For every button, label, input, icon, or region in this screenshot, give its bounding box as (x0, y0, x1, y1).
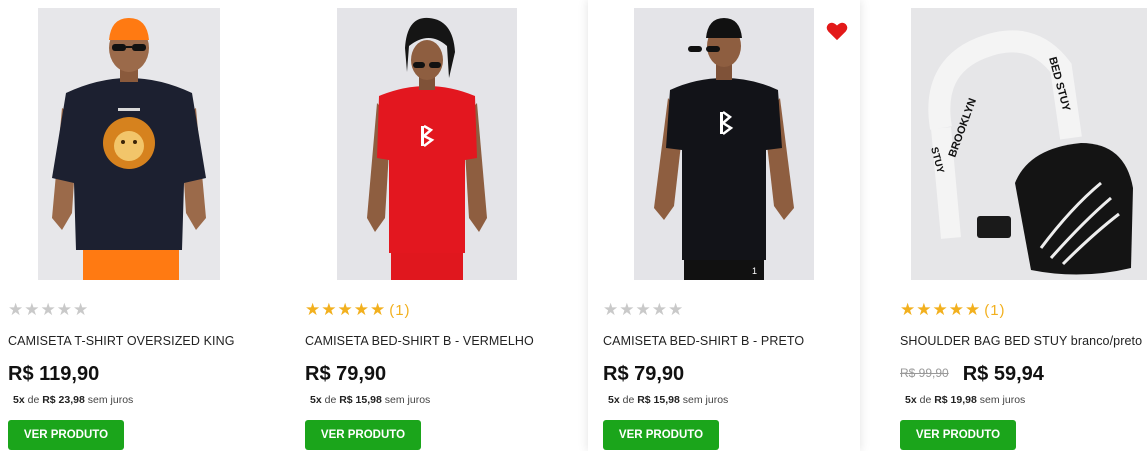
installment-info: 5x de R$ 19,98 sem juros (905, 394, 1025, 406)
installment-count: 5x (13, 394, 25, 406)
price-row: R$ 79,90 (603, 363, 684, 386)
rating-stars-filled: ★★★★★ (900, 300, 982, 319)
shoulder-bag-photo-icon: BROOKLYN BED STUY STUY (911, 8, 1147, 280)
installment-value: R$ 15,98 (637, 394, 680, 406)
old-price: R$ 99,90 (900, 366, 949, 380)
rating-count: (1) (389, 302, 411, 319)
installment-value: R$ 19,98 (934, 394, 977, 406)
product-title-text: CAMISETA BED-SHIRT B - PRETO (603, 334, 805, 348)
product-image[interactable] (337, 8, 517, 280)
view-product-button[interactable]: VER PRODUTO (305, 420, 421, 450)
installment-de: de (324, 394, 337, 406)
product-variant: branco/preto (1067, 334, 1143, 348)
view-product-button[interactable]: VER PRODUTO (900, 420, 1016, 450)
product-image[interactable]: 1 (634, 8, 814, 280)
installment-suffix: sem juros (682, 394, 729, 406)
product-image[interactable]: BROOKLYN BED STUY STUY (911, 8, 1147, 280)
price-row: R$ 119,90 (8, 363, 99, 386)
price-row: R$ 79,90 (305, 363, 386, 386)
product-grid: ★★★★★ CAMISETA T-SHIRT OVERSIZED KING R$… (0, 0, 1147, 451)
installment-de: de (919, 394, 932, 406)
product-title[interactable]: CAMISETA BED-SHIRT B - VERMELHO (305, 334, 534, 348)
product-title[interactable]: SHOULDER BAG BED STUY branco/preto (900, 334, 1142, 348)
rating-count: (1) (984, 302, 1006, 319)
view-product-button[interactable]: VER PRODUTO (8, 420, 124, 450)
product-title-text: CAMISETA BED-SHIRT B - VERMELHO (305, 334, 534, 348)
installment-value: R$ 15,98 (339, 394, 382, 406)
installment-suffix: sem juros (384, 394, 431, 406)
installment-suffix: sem juros (87, 394, 134, 406)
product-price: R$ 79,90 (603, 363, 685, 385)
rating-stars-filled: ★★★★★ (305, 300, 387, 319)
product-card: 1 ★★★★★ CAMISETA BED-SHIRT B - PRETO R$ … (588, 0, 860, 451)
installment-info: 5x de R$ 15,98 sem juros (608, 394, 728, 406)
view-product-button[interactable]: VER PRODUTO (603, 420, 719, 450)
product-rating: ★★★★★ (603, 300, 687, 320)
installment-info: 5x de R$ 23,98 sem juros (13, 394, 133, 406)
model-black-lion-tshirt-photo-icon (38, 8, 220, 280)
product-card: ★★★★★ (1) CAMISETA BED-SHIRT B - VERMELHO… (297, 0, 587, 451)
product-rating: ★★★★★ (1) (900, 300, 1006, 320)
price-row: R$ 99,90 R$ 59,94 (900, 363, 1044, 386)
product-card: BROOKLYN BED STUY STUY ★★★★★ (1) SHOULDER… (892, 0, 1147, 451)
product-rating: ★★★★★ (1) (305, 300, 411, 320)
product-price: R$ 79,90 (305, 363, 387, 385)
installment-value: R$ 23,98 (42, 394, 85, 406)
installment-suffix: sem juros (979, 394, 1026, 406)
installment-count: 5x (608, 394, 620, 406)
product-image[interactable] (38, 8, 220, 280)
product-price: R$ 119,90 (8, 363, 100, 385)
product-title-text: SHOULDER BAG BED STUY (900, 334, 1068, 348)
product-title-text: CAMISETA T-SHIRT OVERSIZED KING (8, 334, 235, 348)
product-price: R$ 59,94 (962, 363, 1044, 385)
model-black-shirt-photo-icon: 1 (634, 8, 814, 280)
rating-stars-empty: ★★★★★ (603, 300, 685, 319)
installment-count: 5x (310, 394, 322, 406)
product-card: ★★★★★ CAMISETA T-SHIRT OVERSIZED KING R$… (0, 0, 290, 451)
product-rating: ★★★★★ (8, 300, 92, 320)
installment-info: 5x de R$ 15,98 sem juros (310, 394, 430, 406)
product-title[interactable]: CAMISETA T-SHIRT OVERSIZED KING (8, 334, 235, 348)
product-title[interactable]: CAMISETA BED-SHIRT B - PRETO (603, 334, 804, 348)
installment-de: de (27, 394, 40, 406)
rating-stars-empty: ★★★★★ (8, 300, 90, 319)
model-red-shirt-photo-icon (337, 8, 517, 280)
installment-de: de (622, 394, 635, 406)
favorite-heart-icon[interactable] (826, 20, 848, 42)
svg-text:1: 1 (752, 266, 757, 276)
installment-count: 5x (905, 394, 917, 406)
